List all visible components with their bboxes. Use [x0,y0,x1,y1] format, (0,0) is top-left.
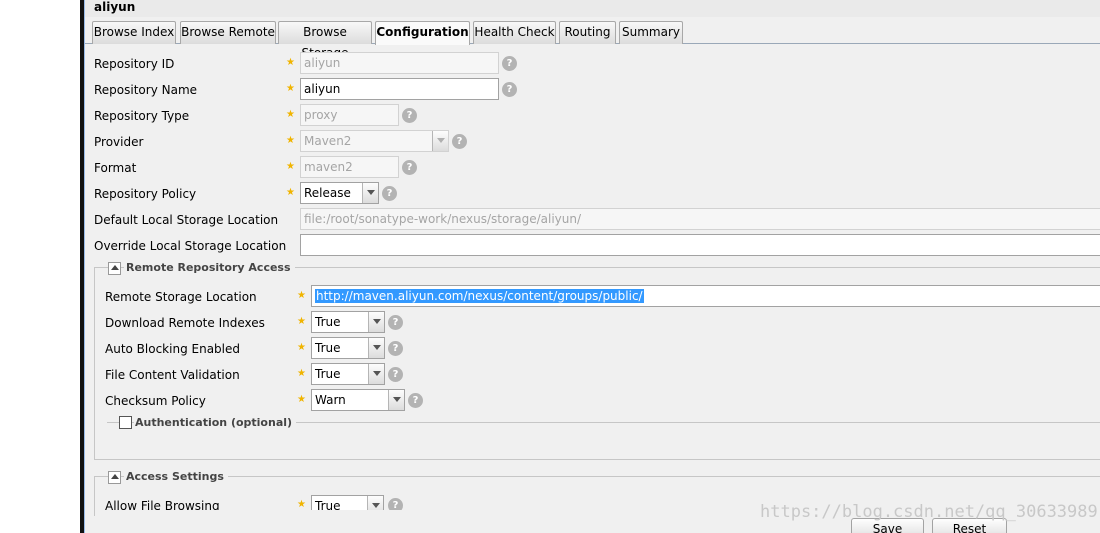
help-icon[interactable]: ? [388,315,403,330]
chevron-down-icon[interactable] [367,496,383,510]
collapse-toggle-icon[interactable] [108,262,121,275]
help-icon[interactable]: ? [502,56,517,71]
checksum-policy-value: Warn [315,393,346,407]
format-label: Format [94,161,137,175]
left-blank-area [0,0,80,533]
remote-location-value: http://maven.aliyun.com/nexus/content/gr… [315,289,644,303]
tab-bar: Browse Index Browse Remote Browse Storag… [85,17,1100,60]
tab-browse-remote[interactable]: Browse Remote [180,21,276,44]
provider-select[interactable]: Maven2 [300,130,449,152]
help-icon[interactable]: ? [502,82,517,97]
allow-browsing-label: Allow File Browsing [105,499,220,510]
repository-type-field[interactable]: proxy [300,104,399,126]
remote-fieldset-legend: Remote Repository Access [124,261,295,274]
help-icon[interactable]: ? [388,341,403,356]
content-validation-label: File Content Validation [105,368,240,382]
content-validation-select[interactable]: True [311,363,385,385]
chevron-down-icon[interactable] [362,183,378,203]
default-storage-field[interactable]: file:/root/sonatype-work/nexus/storage/a… [300,208,1100,230]
help-icon[interactable]: ? [382,186,397,201]
tab-summary[interactable]: Summary [619,21,683,44]
repository-policy-label: Repository Policy [94,187,197,201]
help-icon[interactable]: ? [452,134,467,149]
provider-label: Provider [94,135,144,149]
access-fieldset-legend: Access Settings [124,470,228,483]
download-indexes-select[interactable]: True [311,311,385,333]
auto-blocking-value: True [315,341,341,355]
download-indexes-value: True [315,315,341,329]
override-storage-input[interactable] [300,234,1100,256]
auto-blocking-label: Auto Blocking Enabled [105,342,240,356]
tab-health-check[interactable]: Health Check [473,21,556,44]
checksum-policy-label: Checksum Policy [105,394,206,408]
auto-blocking-select[interactable]: True [311,337,385,359]
help-icon[interactable]: ? [402,160,417,175]
required-star-icon: ★ [286,83,295,94]
required-star-icon: ★ [297,368,306,379]
repository-id-field[interactable]: aliyun [300,52,499,74]
remote-location-label: Remote Storage Location [105,290,257,304]
access-fieldset-top [94,476,1100,477]
chevron-down-icon[interactable] [368,364,384,384]
provider-value: Maven2 [304,134,352,148]
required-star-icon: ★ [286,109,295,120]
required-star-icon: ★ [297,316,306,327]
allow-browsing-value: True [315,499,341,510]
chevron-down-icon[interactable] [388,390,404,410]
required-star-icon: ★ [286,135,295,146]
chevron-down-icon[interactable] [432,131,448,151]
repository-id-label: Repository ID [94,57,175,71]
repository-policy-value: Release [304,186,351,200]
required-star-icon: ★ [297,394,306,405]
allow-browsing-select[interactable]: True [311,495,384,510]
authentication-checkbox[interactable] [119,416,132,429]
help-icon[interactable]: ? [402,108,417,123]
help-icon[interactable]: ? [408,393,423,408]
help-icon[interactable]: ? [388,498,403,510]
help-icon[interactable]: ? [388,367,403,382]
repository-name-label: Repository Name [94,83,198,97]
panel-title-bar: aliyun [85,0,1100,17]
chevron-down-icon[interactable] [368,338,384,358]
default-storage-label: Default Local Storage Location [94,213,279,227]
tab-configuration[interactable]: Configuration [375,21,470,45]
required-star-icon: ★ [286,161,295,172]
repository-policy-select[interactable]: Release [300,182,379,204]
content-validation-value: True [315,367,341,381]
tab-browse-index[interactable]: Browse Index [92,21,176,44]
required-star-icon: ★ [297,342,306,353]
required-star-icon: ★ [286,57,295,68]
repository-name-input[interactable]: aliyun [300,78,499,100]
collapse-toggle-icon[interactable] [108,471,121,484]
override-storage-label: Override Local Storage Location [94,239,287,253]
remote-location-input[interactable]: http://maven.aliyun.com/nexus/content/gr… [311,285,1100,307]
repository-panel: aliyun Browse Index Browse Remote Browse… [84,0,1100,533]
watermark-text: https://blog.csdn.net/qq_30633989 [760,502,1098,522]
download-indexes-label: Download Remote Indexes [105,316,265,330]
remote-fieldset-bottom [94,459,1100,460]
required-star-icon: ★ [286,187,295,198]
auth-fieldset-legend: Authentication (optional) [134,416,297,429]
chevron-down-icon[interactable] [368,312,384,332]
tab-browse-storage[interactable]: Browse Storage [278,21,372,60]
checksum-policy-select[interactable]: Warn [311,389,405,411]
panel-title: aliyun [94,0,136,14]
remote-fieldset-left [94,267,95,460]
required-star-icon: ★ [297,290,306,301]
required-star-icon: ★ [297,499,306,510]
tab-routing[interactable]: Routing [559,21,616,44]
repository-type-label: Repository Type [94,109,190,123]
format-field[interactable]: maven2 [300,156,399,178]
